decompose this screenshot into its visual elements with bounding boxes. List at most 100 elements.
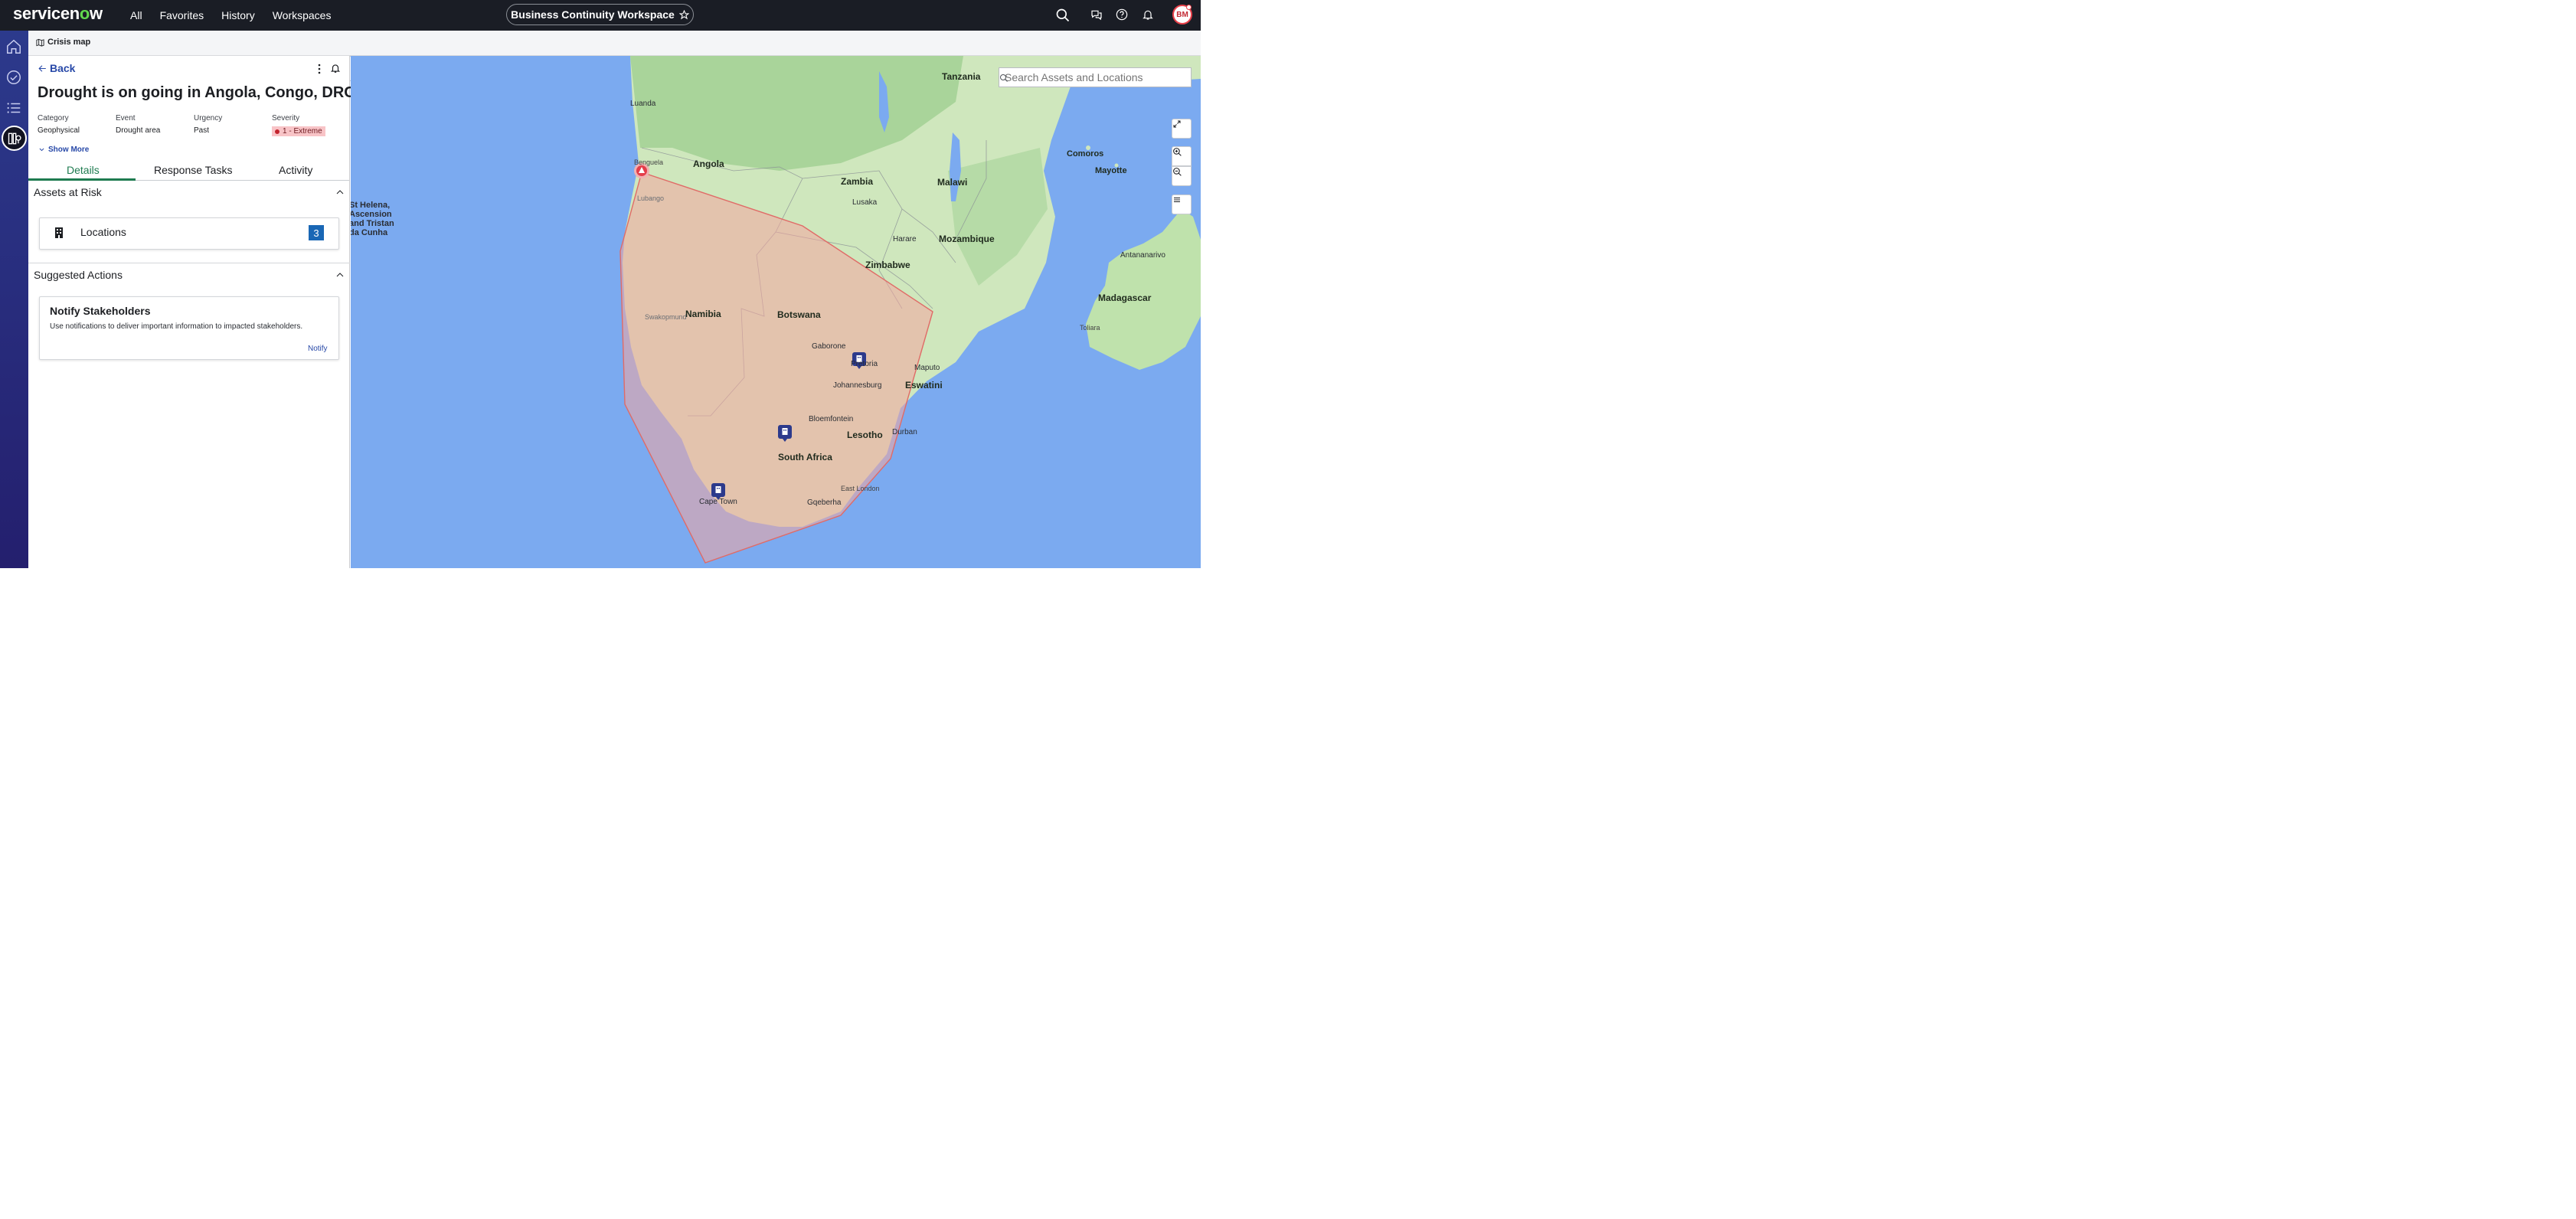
subscribe-bell-icon[interactable]: [330, 63, 341, 74]
meta-severity: Severity 1 - Extreme: [272, 114, 325, 136]
map-search-input[interactable]: [1005, 71, 1170, 83]
crisis-map[interactable]: Tanzania Angola Zambia Malawi Comoros Ma…: [351, 56, 1201, 568]
tab-activity[interactable]: Activity: [279, 164, 312, 176]
zoom-in-icon: [1173, 148, 1182, 156]
menu-icon: [1174, 198, 1180, 202]
building-icon: [55, 227, 63, 238]
map-label-country: South Africa: [778, 452, 832, 462]
severity-badge: 1 - Extreme: [272, 126, 325, 136]
territory-line: St Helena,: [351, 201, 391, 210]
home-icon[interactable]: [5, 38, 22, 55]
map-icon: [36, 38, 44, 47]
map-label-city: Bloemfontein: [809, 415, 854, 423]
meta-value: Drought area: [116, 126, 161, 135]
map-label-country: Mayotte: [1095, 166, 1127, 175]
layers-menu-button[interactable]: [1172, 194, 1192, 214]
suggested-actions-heading[interactable]: Suggested Actions: [34, 269, 123, 281]
map-label-city: Benguela: [634, 159, 664, 166]
notifications-bell-icon[interactable]: [1142, 8, 1154, 21]
list-icon[interactable]: [5, 100, 22, 116]
map-label-country: Zimbabwe: [865, 260, 910, 270]
meta-category: Category Geophysical: [38, 114, 80, 135]
map-pin-icon: [8, 132, 21, 145]
nav-history[interactable]: History: [221, 9, 255, 21]
meta-label: Event: [116, 114, 136, 123]
map-label-country: Eswatini: [905, 380, 943, 391]
zoom-out-button[interactable]: [1172, 166, 1192, 186]
map-label-territory: St Helena, Ascension and Tristan da Cunh…: [351, 201, 394, 237]
territory-line: da Cunha: [351, 228, 388, 237]
map-label-city: Durban: [892, 428, 917, 436]
workspace-tab-bar: Crisis map: [28, 31, 1201, 56]
notify-stakeholders-card: Notify Stakeholders Use notifications to…: [39, 296, 339, 360]
crisis-map-rail-button[interactable]: [2, 126, 27, 151]
chevron-up-icon[interactable]: [335, 270, 345, 279]
show-more-toggle[interactable]: Show More: [38, 145, 89, 154]
tab-response-tasks[interactable]: Response Tasks: [154, 164, 232, 176]
more-options-icon[interactable]: [317, 64, 322, 74]
back-button[interactable]: Back: [38, 62, 75, 74]
left-rail: [0, 31, 28, 568]
zoom-in-button[interactable]: [1172, 146, 1192, 166]
zoom-out-icon: [1173, 168, 1182, 176]
crisis-title: Drought is on going in Angola, Congo, DR…: [38, 84, 355, 101]
meta-value: Geophysical: [38, 126, 80, 135]
workspace-title-pill[interactable]: Business Continuity Workspace: [506, 4, 694, 25]
chat-icon[interactable]: [1090, 8, 1103, 21]
map-label-country: Lesotho: [847, 430, 883, 440]
detail-tabs: Details Response Tasks Activity: [28, 161, 350, 181]
check-circle-icon[interactable]: [5, 69, 22, 86]
map-label-city: Johannesburg: [833, 381, 882, 390]
notify-link[interactable]: Notify: [308, 345, 328, 353]
map-label-city: Cape Town: [699, 498, 737, 506]
star-icon[interactable]: [678, 9, 689, 20]
servicenow-logo[interactable]: servicenow: [13, 4, 103, 24]
map-label-city: Swakopmund: [645, 313, 687, 321]
logo-text-prefix: servicen: [13, 4, 80, 23]
search-icon[interactable]: [999, 74, 1008, 83]
tab-details[interactable]: Details: [67, 164, 100, 176]
map-label-country: Namibia: [685, 309, 721, 319]
back-label: Back: [50, 62, 76, 74]
action-title: Notify Stakeholders: [50, 305, 151, 317]
meta-label: Urgency: [194, 114, 223, 123]
search-icon[interactable]: [1055, 8, 1071, 23]
territory-line: Ascension: [351, 210, 392, 219]
fullscreen-button[interactable]: [1172, 119, 1192, 139]
logo-text-suffix: w: [90, 4, 103, 23]
map-label-country: Madagascar: [1098, 292, 1152, 303]
meta-value: Past: [194, 126, 210, 135]
nav-workspaces[interactable]: Workspaces: [273, 9, 332, 21]
map-label-country: Mozambique: [939, 234, 995, 244]
tab-crisis-map[interactable]: Crisis map: [36, 38, 90, 47]
avatar-status-dot: [1186, 5, 1192, 10]
territory-line: and Tristan: [351, 219, 394, 228]
avatar-initials: BM: [1176, 10, 1188, 19]
severity-value: 1 - Extreme: [283, 127, 322, 136]
locations-label: Locations: [80, 226, 126, 238]
map-label-country: Comoros: [1067, 149, 1104, 159]
locations-card[interactable]: Locations 3: [39, 217, 339, 250]
assets-at-risk-heading[interactable]: Assets at Risk: [34, 186, 102, 198]
meta-urgency: Urgency Past: [194, 114, 222, 135]
help-icon[interactable]: [1116, 8, 1128, 21]
map-label-country: Botswana: [777, 309, 821, 320]
chevron-up-icon[interactable]: [335, 188, 345, 197]
map-label-city: Toliara: [1080, 324, 1100, 332]
map-label-country: Malawi: [937, 177, 968, 188]
map-label-country: Tanzania: [942, 71, 981, 82]
nav-all[interactable]: All: [130, 9, 142, 21]
active-tab-indicator: [28, 178, 136, 181]
main-nav: All Favorites History Workspaces: [130, 0, 348, 31]
map-label-city: East London: [841, 485, 880, 492]
action-description: Use notifications to deliver important i…: [50, 322, 303, 331]
nav-favorites[interactable]: Favorites: [160, 9, 204, 21]
arrow-left-icon: [38, 64, 46, 72]
map-label-city: Maputo: [914, 364, 940, 372]
location-pin-south-africa[interactable]: [777, 424, 793, 443]
workspace-title: Business Continuity Workspace: [511, 8, 675, 21]
madagascar: [1086, 209, 1201, 370]
map-label-country: Angola: [693, 159, 724, 169]
map-label-city: Luanda: [630, 100, 656, 108]
map-search-box[interactable]: [999, 67, 1192, 87]
